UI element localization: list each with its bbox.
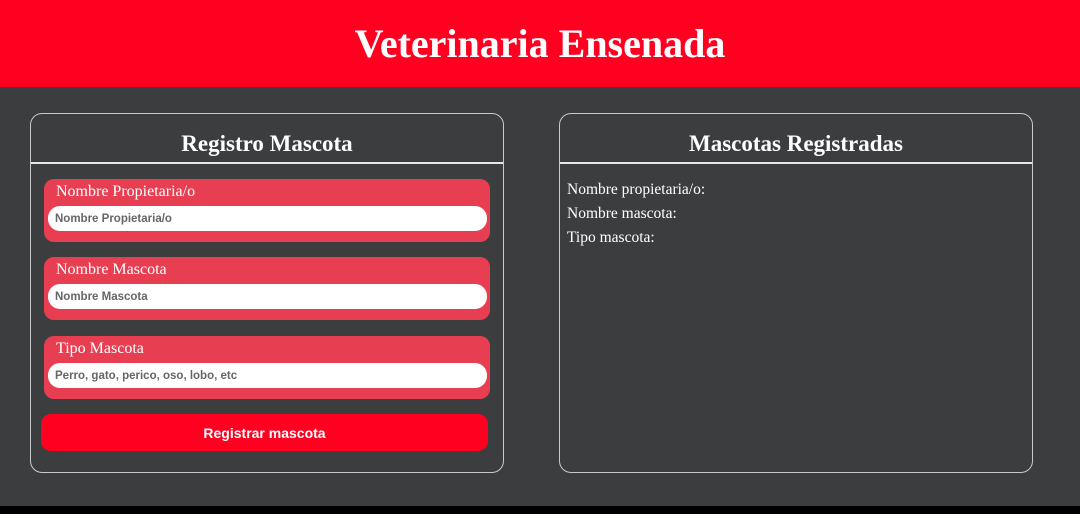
pet-name-input[interactable] [48, 284, 487, 309]
owner-name-group: Nombre Propietaria/o [44, 179, 490, 242]
pet-type-group: Tipo Mascota [44, 336, 490, 399]
owner-name-label: Nombre Propietaria/o [56, 183, 196, 200]
page-title: Veterinaria Ensenada [354, 21, 726, 66]
pet-type-label: Tipo Mascota [56, 340, 144, 357]
owner-name-input[interactable] [48, 206, 487, 231]
register-pet-button[interactable]: Registrar mascota [41, 414, 488, 451]
pet-type-input[interactable] [48, 363, 487, 388]
pet-name-label: Nombre Mascota [56, 261, 167, 278]
form-title: Registro Mascota [31, 114, 503, 164]
register-pet-form: Registro Mascota Nombre Propietaria/o No… [30, 113, 504, 473]
registered-pets-panel: Mascotas Registradas Nombre propietaria/… [559, 113, 1033, 473]
owner-name-text: Nombre propietaria/o: [567, 181, 706, 198]
registered-pets-title: Mascotas Registradas [560, 114, 1032, 164]
pet-name-group: Nombre Mascota [44, 257, 490, 320]
pet-name-text: Nombre mascota: [567, 205, 677, 222]
pet-type-text: Tipo mascota: [567, 229, 655, 246]
app-header: Veterinaria Ensenada [0, 0, 1080, 87]
main-area: Registro Mascota Nombre Propietaria/o No… [0, 87, 1080, 506]
